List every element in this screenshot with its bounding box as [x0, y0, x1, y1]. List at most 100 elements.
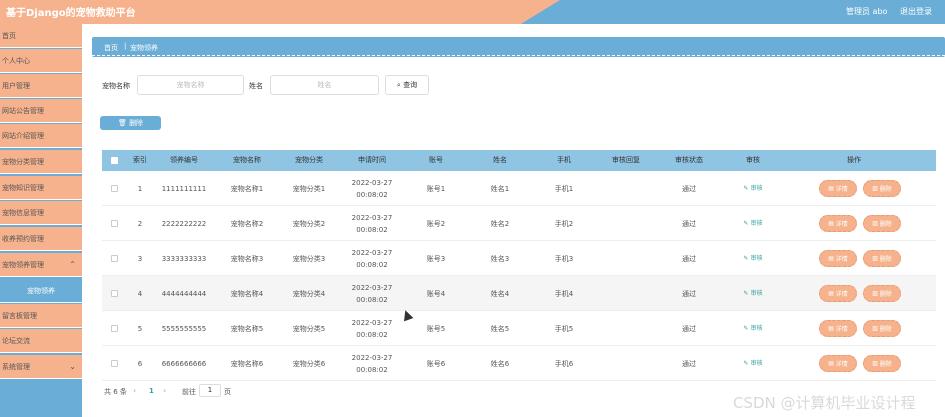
delete-button[interactable]: ▥ 删除	[863, 215, 901, 232]
sidebar-item-system[interactable]: 系统管理 ⌄	[0, 355, 82, 379]
sidebar-item-pet-info[interactable]: 宠物信息管理	[0, 201, 82, 225]
detail-label: 详情	[835, 221, 848, 228]
cell-account: 账号6	[426, 359, 446, 368]
delete-button[interactable]: ▥ 删除	[863, 355, 901, 372]
row-checkbox[interactable]	[111, 290, 118, 297]
detail-label: 详情	[835, 291, 848, 298]
trash-icon: ▥	[872, 325, 878, 332]
column-header: 宠物分类	[295, 156, 323, 164]
breadcrumb-border	[92, 55, 945, 56]
detail-button[interactable]: ▤ 详情	[819, 180, 857, 197]
cell-pet-name: 宠物名称3	[230, 254, 264, 263]
detail-button[interactable]: ▤ 详情	[819, 285, 857, 302]
row-checkbox[interactable]	[111, 185, 118, 192]
cell-pet-name: 宠物名称2	[230, 219, 264, 228]
column-header: 领养编号	[170, 156, 198, 164]
detail-button[interactable]: ▤ 详情	[819, 250, 857, 267]
sidebar-item-label: 宠物信息管理	[2, 209, 44, 217]
row-checkbox[interactable]	[111, 360, 118, 367]
delete-label: 删除	[879, 256, 892, 263]
page-number-current[interactable]: 1	[149, 387, 154, 395]
detail-button[interactable]: ▤ 详情	[819, 320, 857, 337]
audit-link[interactable]: ✎ 审核	[736, 346, 770, 381]
column-header: 审核	[746, 156, 760, 164]
row-checkbox[interactable]	[111, 255, 118, 262]
sidebar-item-profile[interactable]: 个人中心	[0, 49, 82, 73]
sidebar-item-pet-knowledge[interactable]: 宠物知识管理	[0, 176, 82, 200]
breadcrumb-home[interactable]: 首页	[104, 43, 118, 53]
row-checkbox[interactable]	[111, 220, 118, 227]
cell-account: 账号3	[426, 254, 446, 263]
delete-button[interactable]: ▥ 删除	[863, 250, 901, 267]
cell-phone: 手机4	[554, 289, 574, 298]
sidebar-item-users[interactable]: 用户管理	[0, 74, 82, 98]
admin-label: 管理员 abo	[846, 7, 888, 16]
sidebar-item-label: 宠物领养	[27, 287, 55, 295]
sidebar-item-label: 宠物领养管理	[2, 261, 44, 269]
pet-name-input[interactable]: 宠物名称	[137, 75, 244, 95]
cell-code: 5555555555	[161, 324, 207, 333]
cell-category: 宠物分类2	[292, 219, 326, 228]
cell-status: 通过	[682, 184, 696, 193]
delete-button[interactable]: ▥ 删除	[863, 180, 901, 197]
logout-link[interactable]: 退出登录	[900, 6, 932, 17]
sidebar-item-message-board[interactable]: 留言板管理	[0, 304, 82, 328]
delete-button[interactable]: ▥ 删除	[863, 285, 901, 302]
detail-button[interactable]: ▤ 详情	[819, 355, 857, 372]
row-checkbox[interactable]	[111, 325, 118, 332]
select-all-checkbox[interactable]	[111, 157, 118, 164]
sidebar-item-home[interactable]: 首页	[0, 24, 82, 48]
cell-index: 3	[137, 254, 143, 263]
edit-icon: ✎	[743, 289, 749, 297]
prev-page-button[interactable]: ‹	[133, 386, 136, 395]
goto-page-input[interactable]: 1	[199, 384, 221, 397]
detail-button[interactable]: ▤ 详情	[819, 215, 857, 232]
delete-label: 删除	[879, 186, 892, 193]
name-input[interactable]: 姓名	[270, 75, 379, 95]
sidebar-item-adoption-mgmt[interactable]: 宠物领养管理 ⌃	[0, 253, 82, 277]
table-header: 索引 领养编号 宠物名称 宠物分类 申请时间 账号 姓名 手机 审核回复 审核状…	[102, 150, 936, 171]
pet-name-label: 宠物名称	[102, 82, 130, 90]
cell-category: 宠物分类3	[292, 254, 326, 263]
cell-name: 姓名4	[490, 289, 510, 298]
column-header: 操作	[847, 156, 861, 164]
audit-link[interactable]: ✎ 审核	[736, 206, 770, 241]
audit-link[interactable]: ✎ 审核	[736, 311, 770, 346]
next-page-button[interactable]: ›	[163, 386, 166, 395]
sidebar-item-adoption-booking[interactable]: 收养预约管理	[0, 227, 82, 251]
sidebar-item-label: 首页	[2, 32, 16, 40]
cell-pet-name: 宠物名称5	[230, 324, 264, 333]
audit-link[interactable]: ✎ 审核	[736, 171, 770, 206]
sidebar-item-forum[interactable]: 论坛交流	[0, 329, 82, 353]
search-button[interactable]: ⌕ 查询	[385, 75, 429, 95]
sidebar-subitem-adoption[interactable]: 宠物领养	[0, 279, 82, 303]
cell-phone: 手机6	[554, 359, 574, 368]
sidebar-item-label: 收养预约管理	[2, 235, 44, 243]
sidebar-item-site-intro[interactable]: 网站介绍管理	[0, 124, 82, 148]
cell-reply	[602, 171, 650, 206]
table-row: 2 2222222222 宠物名称2 宠物分类2 2022-03-27 00:0…	[102, 206, 936, 241]
chevron-down-icon: ⌄	[69, 362, 76, 371]
column-header: 审核回复	[612, 156, 640, 164]
delete-label: 删除	[879, 326, 892, 333]
detail-label: 详情	[835, 326, 848, 333]
doc-icon: ▤	[828, 255, 834, 262]
cell-pet-name: 宠物名称4	[230, 289, 264, 298]
delete-button[interactable]: ▥ 删除	[863, 320, 901, 337]
cell-name: 姓名1	[490, 184, 510, 193]
detail-label: 详情	[835, 256, 848, 263]
audit-label: 审核	[750, 359, 763, 367]
audit-link[interactable]: ✎ 审核	[736, 276, 770, 311]
sidebar-item-pet-categories[interactable]: 宠物分类管理	[0, 150, 82, 174]
cell-time: 2022-03-27 00:08:02	[351, 213, 393, 234]
column-header: 审核状态	[675, 156, 703, 164]
cell-status: 通过	[682, 254, 696, 263]
column-header: 宠物名称	[233, 156, 261, 164]
doc-icon: ▤	[828, 185, 834, 192]
batch-delete-button[interactable]: 🗑 删除	[100, 116, 161, 130]
trash-icon: 🗑	[117, 119, 127, 127]
table-row: 3 3333333333 宠物名称3 宠物分类3 2022-03-27 00:0…	[102, 241, 936, 276]
sidebar-item-label: 宠物分类管理	[2, 158, 44, 166]
sidebar-item-announcements[interactable]: 网站公告管理	[0, 99, 82, 123]
audit-link[interactable]: ✎ 审核	[736, 241, 770, 276]
